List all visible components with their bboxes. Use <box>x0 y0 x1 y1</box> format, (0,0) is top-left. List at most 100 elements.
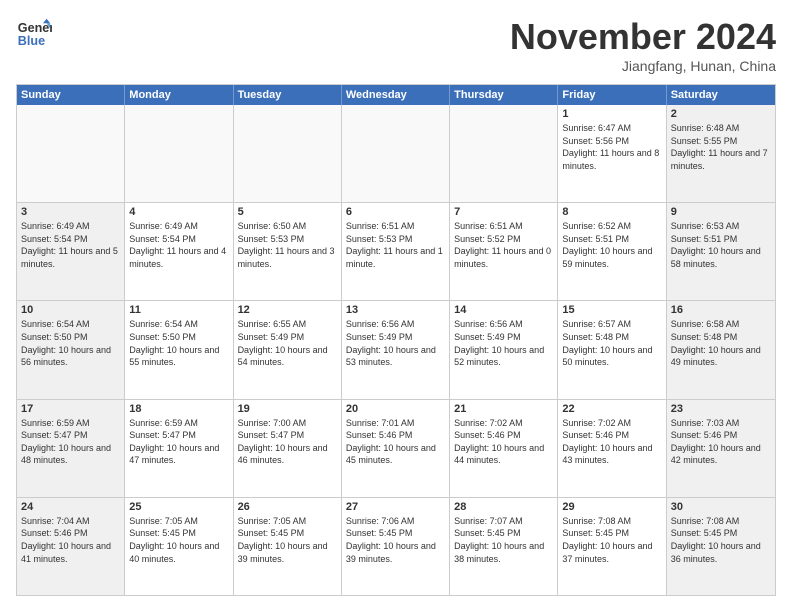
day-number: 29 <box>562 501 661 513</box>
calendar-cell: 1 Sunrise: 6:47 AMSunset: 5:56 PMDaylight… <box>558 105 666 202</box>
calendar-row: 17 Sunrise: 6:59 AMSunset: 5:47 PMDayligh… <box>17 399 775 497</box>
calendar-cell <box>450 105 558 202</box>
cell-info: Sunrise: 6:48 AMSunset: 5:55 PMDaylight:… <box>671 122 771 172</box>
calendar-cell: 14 Sunrise: 6:56 AMSunset: 5:49 PMDayligh… <box>450 301 558 398</box>
cell-info: Sunrise: 7:05 AMSunset: 5:45 PMDaylight:… <box>238 515 337 565</box>
day-number: 13 <box>346 304 445 316</box>
cell-info: Sunrise: 7:03 AMSunset: 5:46 PMDaylight:… <box>671 417 771 467</box>
calendar-cell: 28Sunrise: 7:07 AMSunset: 5:45 PMDayligh… <box>450 498 558 595</box>
cell-info: Sunrise: 6:56 AMSunset: 5:49 PMDaylight:… <box>454 318 553 368</box>
header: General Blue November 2024 Jiangfang, Hu… <box>16 16 776 74</box>
cell-info: Sunrise: 6:56 AMSunset: 5:49 PMDaylight:… <box>346 318 445 368</box>
cell-info: Sunrise: 6:47 AMSunset: 5:56 PMDaylight:… <box>562 122 661 172</box>
day-number: 4 <box>129 206 228 218</box>
title-block: November 2024 Jiangfang, Hunan, China <box>510 16 776 74</box>
calendar-row: 10 Sunrise: 6:54 AMSunset: 5:50 PMDayligh… <box>17 300 775 398</box>
cell-info: Sunrise: 6:52 AMSunset: 5:51 PMDaylight:… <box>562 220 661 270</box>
cell-info: Sunrise: 7:01 AMSunset: 5:46 PMDaylight:… <box>346 417 445 467</box>
day-number: 8 <box>562 206 661 218</box>
cell-info: Sunrise: 6:57 AMSunset: 5:48 PMDaylight:… <box>562 318 661 368</box>
day-number: 30 <box>671 501 771 513</box>
calendar-row: 3 Sunrise: 6:49 AMSunset: 5:54 PMDaylight… <box>17 202 775 300</box>
weekday-header: Monday <box>125 85 233 105</box>
day-number: 2 <box>671 108 771 120</box>
cell-info: Sunrise: 7:05 AMSunset: 5:45 PMDaylight:… <box>129 515 228 565</box>
cell-info: Sunrise: 7:02 AMSunset: 5:46 PMDaylight:… <box>562 417 661 467</box>
cell-info: Sunrise: 6:53 AMSunset: 5:51 PMDaylight:… <box>671 220 771 270</box>
day-number: 19 <box>238 403 337 415</box>
cell-info: Sunrise: 6:59 AMSunset: 5:47 PMDaylight:… <box>21 417 120 467</box>
calendar-cell: 11 Sunrise: 6:54 AMSunset: 5:50 PMDayligh… <box>125 301 233 398</box>
cell-info: Sunrise: 6:50 AMSunset: 5:53 PMDaylight:… <box>238 220 337 270</box>
day-number: 22 <box>562 403 661 415</box>
calendar-cell <box>234 105 342 202</box>
cell-info: Sunrise: 6:54 AMSunset: 5:50 PMDaylight:… <box>21 318 120 368</box>
calendar-cell: 4 Sunrise: 6:49 AMSunset: 5:54 PMDaylight… <box>125 203 233 300</box>
calendar-cell: 26 Sunrise: 7:05 AMSunset: 5:45 PMDayligh… <box>234 498 342 595</box>
calendar-cell: 10 Sunrise: 6:54 AMSunset: 5:50 PMDayligh… <box>17 301 125 398</box>
cell-info: Sunrise: 6:51 AMSunset: 5:53 PMDaylight:… <box>346 220 445 270</box>
calendar-body: 1 Sunrise: 6:47 AMSunset: 5:56 PMDaylight… <box>17 105 775 595</box>
day-number: 23 <box>671 403 771 415</box>
day-number: 15 <box>562 304 661 316</box>
month-title: November 2024 <box>510 16 776 58</box>
day-number: 17 <box>21 403 120 415</box>
cell-info: Sunrise: 7:00 AMSunset: 5:47 PMDaylight:… <box>238 417 337 467</box>
calendar-row: 24 Sunrise: 7:04 AMSunset: 5:46 PMDayligh… <box>17 497 775 595</box>
calendar-cell: 24 Sunrise: 7:04 AMSunset: 5:46 PMDayligh… <box>17 498 125 595</box>
calendar-cell: 27Sunrise: 7:06 AMSunset: 5:45 PMDayligh… <box>342 498 450 595</box>
cell-info: Sunrise: 6:55 AMSunset: 5:49 PMDaylight:… <box>238 318 337 368</box>
calendar-cell: 25 Sunrise: 7:05 AMSunset: 5:45 PMDayligh… <box>125 498 233 595</box>
location: Jiangfang, Hunan, China <box>510 58 776 74</box>
logo: General Blue <box>16 16 56 52</box>
cell-info: Sunrise: 6:54 AMSunset: 5:50 PMDaylight:… <box>129 318 228 368</box>
cell-info: Sunrise: 7:04 AMSunset: 5:46 PMDaylight:… <box>21 515 120 565</box>
cell-info: Sunrise: 6:49 AMSunset: 5:54 PMDaylight:… <box>129 220 228 270</box>
calendar: SundayMondayTuesdayWednesdayThursdayFrid… <box>16 84 776 596</box>
cell-info: Sunrise: 6:59 AMSunset: 5:47 PMDaylight:… <box>129 417 228 467</box>
calendar-cell: 15 Sunrise: 6:57 AMSunset: 5:48 PMDayligh… <box>558 301 666 398</box>
calendar-cell: 30 Sunrise: 7:08 AMSunset: 5:45 PMDayligh… <box>667 498 775 595</box>
cell-info: Sunrise: 6:58 AMSunset: 5:48 PMDaylight:… <box>671 318 771 368</box>
calendar-row: 1 Sunrise: 6:47 AMSunset: 5:56 PMDaylight… <box>17 105 775 202</box>
day-number: 6 <box>346 206 445 218</box>
day-number: 18 <box>129 403 228 415</box>
day-number: 9 <box>671 206 771 218</box>
day-number: 10 <box>21 304 120 316</box>
calendar-cell: 6 Sunrise: 6:51 AMSunset: 5:53 PMDaylight… <box>342 203 450 300</box>
weekday-header: Saturday <box>667 85 775 105</box>
calendar-cell: 22 Sunrise: 7:02 AMSunset: 5:46 PMDayligh… <box>558 400 666 497</box>
calendar-header: SundayMondayTuesdayWednesdayThursdayFrid… <box>17 85 775 105</box>
calendar-cell: 5 Sunrise: 6:50 AMSunset: 5:53 PMDaylight… <box>234 203 342 300</box>
svg-text:Blue: Blue <box>18 34 45 48</box>
day-number: 24 <box>21 501 120 513</box>
calendar-cell: 29Sunrise: 7:08 AMSunset: 5:45 PMDayligh… <box>558 498 666 595</box>
calendar-cell: 23 Sunrise: 7:03 AMSunset: 5:46 PMDayligh… <box>667 400 775 497</box>
calendar-cell: 13 Sunrise: 6:56 AMSunset: 5:49 PMDayligh… <box>342 301 450 398</box>
calendar-cell <box>342 105 450 202</box>
day-number: 16 <box>671 304 771 316</box>
day-number: 1 <box>562 108 661 120</box>
calendar-cell: 16 Sunrise: 6:58 AMSunset: 5:48 PMDayligh… <box>667 301 775 398</box>
day-number: 28 <box>454 501 553 513</box>
day-number: 5 <box>238 206 337 218</box>
day-number: 11 <box>129 304 228 316</box>
calendar-cell: 12 Sunrise: 6:55 AMSunset: 5:49 PMDayligh… <box>234 301 342 398</box>
day-number: 21 <box>454 403 553 415</box>
day-number: 20 <box>346 403 445 415</box>
calendar-cell: 17 Sunrise: 6:59 AMSunset: 5:47 PMDayligh… <box>17 400 125 497</box>
calendar-cell: 20 Sunrise: 7:01 AMSunset: 5:46 PMDayligh… <box>342 400 450 497</box>
day-number: 7 <box>454 206 553 218</box>
cell-info: Sunrise: 7:08 AMSunset: 5:45 PMDaylight:… <box>671 515 771 565</box>
calendar-cell: 19 Sunrise: 7:00 AMSunset: 5:47 PMDayligh… <box>234 400 342 497</box>
day-number: 25 <box>129 501 228 513</box>
calendar-cell: 18 Sunrise: 6:59 AMSunset: 5:47 PMDayligh… <box>125 400 233 497</box>
weekday-header: Friday <box>558 85 666 105</box>
day-number: 14 <box>454 304 553 316</box>
day-number: 12 <box>238 304 337 316</box>
calendar-cell: 3Sunrise: 6:49 AMSunset: 5:54 PMDaylight… <box>17 203 125 300</box>
day-number: 26 <box>238 501 337 513</box>
cell-info: Sunrise: 7:06 AMSunset: 5:45 PMDaylight:… <box>346 515 445 565</box>
weekday-header: Sunday <box>17 85 125 105</box>
day-number: 3 <box>21 206 120 218</box>
